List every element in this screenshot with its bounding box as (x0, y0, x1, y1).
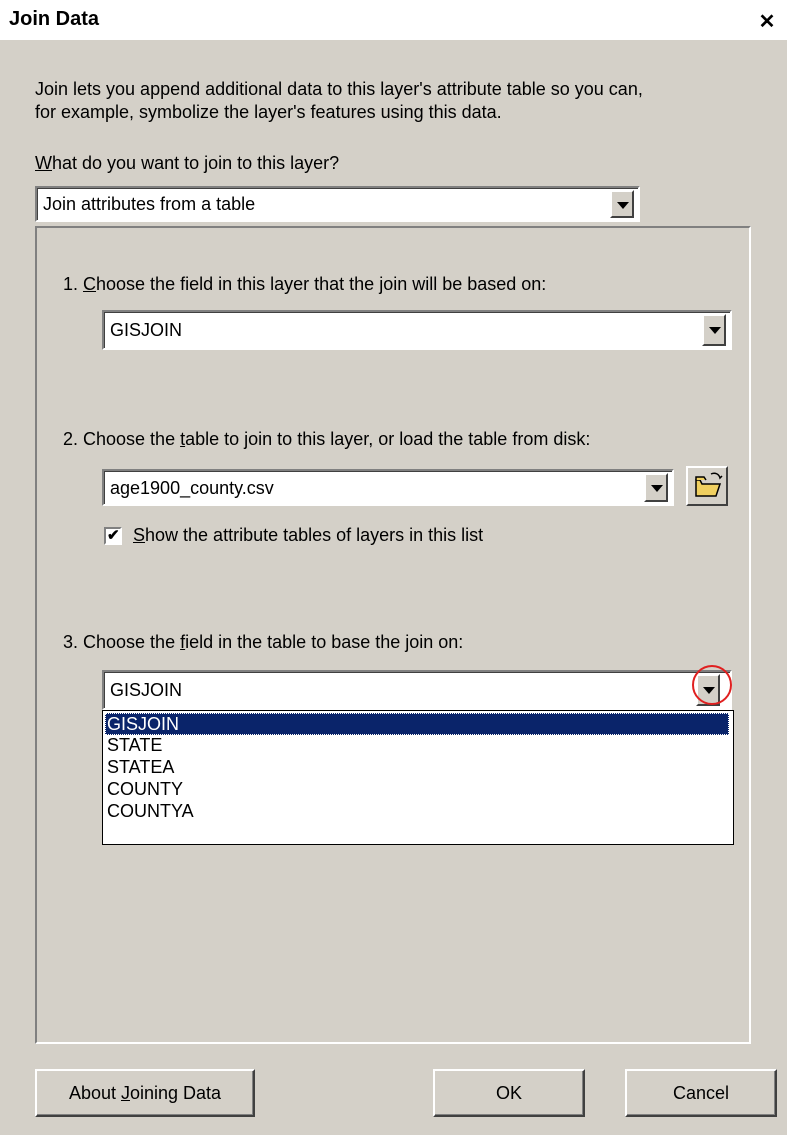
table-field-value: GISJOIN (110, 680, 183, 700)
cancel-button[interactable]: Cancel (625, 1069, 777, 1117)
list-item[interactable]: COUNTYA (105, 800, 729, 822)
checkmark-icon: ✔ (107, 527, 120, 544)
close-icon: ✕ (758, 11, 776, 33)
about-joining-data-button[interactable]: About Joining Data (35, 1069, 255, 1117)
join-table-select[interactable]: age1900_county.csv (102, 469, 674, 506)
list-item[interactable]: COUNTY (105, 778, 729, 800)
step2-label: 2. Choose the table to join to this laye… (63, 429, 591, 449)
step3-label: 3. Choose the field in the table to base… (63, 632, 464, 652)
join-type-select[interactable]: Join attributes from a table (35, 186, 640, 222)
ok-button[interactable]: OK (433, 1069, 585, 1117)
chevron-down-icon (651, 485, 663, 492)
layer-field-dropdown-button[interactable] (702, 314, 726, 346)
list-item[interactable]: STATE (105, 734, 729, 756)
list-item[interactable]: STATEA (105, 756, 729, 778)
chevron-down-icon (617, 202, 629, 209)
title-bar (0, 0, 787, 40)
join-type-dropdown-button[interactable] (610, 190, 634, 218)
join-table-value: age1900_county.csv (110, 478, 274, 498)
table-field-dropdown-list[interactable]: GISJOIN STATE STATEA COUNTY COUNTYA (102, 710, 734, 845)
join-type-label: What do you want to join to this layer? (35, 153, 340, 173)
open-folder-icon (695, 472, 723, 497)
join-table-dropdown-button[interactable] (644, 473, 668, 502)
intro-line-1: Join lets you append additional data to … (35, 79, 643, 99)
step1-label: 1. Choose the field in this layer that t… (63, 274, 547, 294)
window-title: Join Data (9, 8, 100, 30)
browse-table-button[interactable] (686, 466, 728, 506)
list-item[interactable]: GISJOIN (105, 713, 729, 735)
show-layers-checkbox[interactable]: ✔ (104, 527, 122, 545)
join-type-value: Join attributes from a table (43, 194, 256, 214)
intro-line-2: for example, symbolize the layer's featu… (35, 102, 502, 122)
close-button[interactable]: ✕ (757, 11, 777, 33)
table-field-select[interactable]: GISJOIN (102, 670, 732, 710)
highlight-circle (692, 665, 732, 705)
chevron-down-icon (709, 327, 721, 334)
layer-field-value: GISJOIN (110, 320, 183, 340)
show-layers-label[interactable]: Show the attribute tables of layers in t… (133, 524, 483, 546)
layer-field-select[interactable]: GISJOIN (102, 310, 732, 350)
